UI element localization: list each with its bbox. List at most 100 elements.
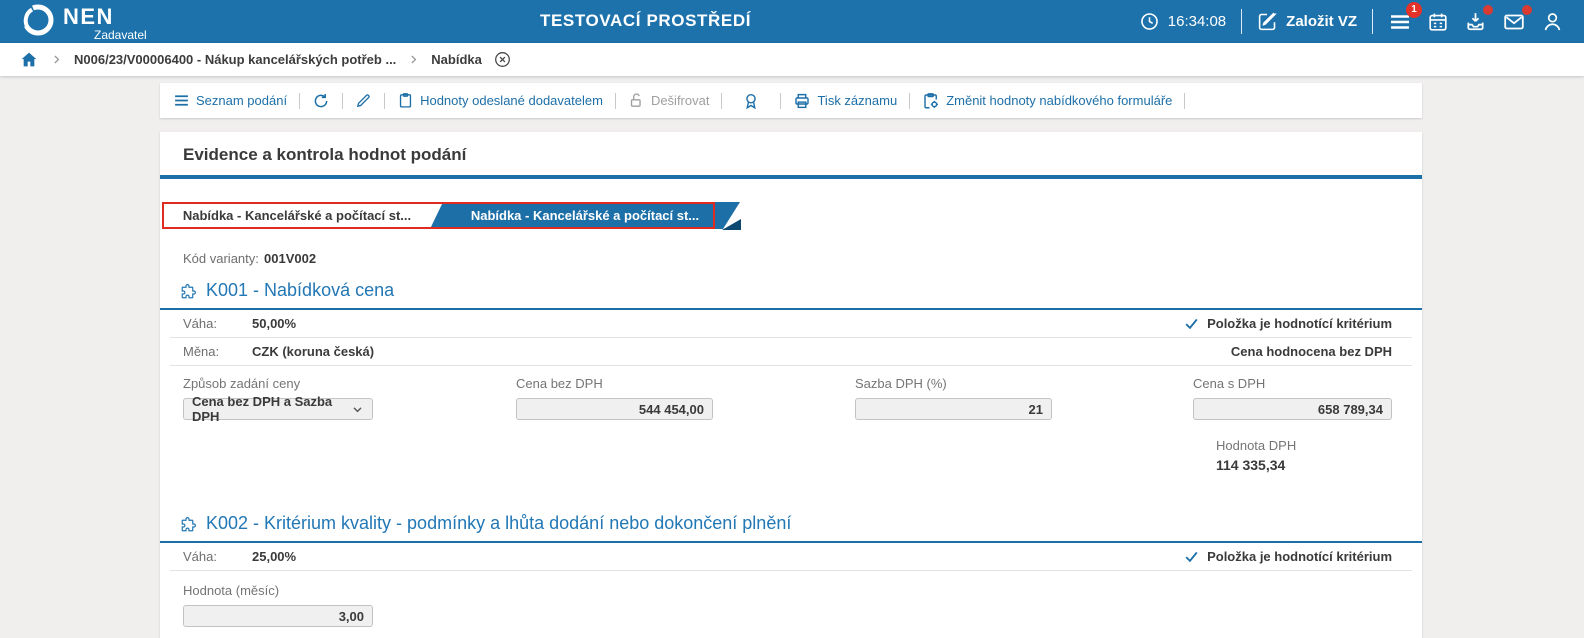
pencil-icon <box>355 92 372 109</box>
price-incl-vat-label: Cena s DPH <box>1193 376 1266 391</box>
evidence-panel: Evidence a kontrola hodnot podání Nabídk… <box>160 132 1422 638</box>
section-k001-header: K001 - Nabídková cena <box>180 280 1422 301</box>
close-circle-icon[interactable] <box>493 50 512 69</box>
k001-currency-row: Měna: CZK (koruna česká) Cena hodnocena … <box>170 338 1412 366</box>
refresh-button[interactable] <box>312 92 330 110</box>
print-record-button[interactable]: Tisk záznamu <box>793 92 897 110</box>
decrypt-label: Dešifrovat <box>650 93 710 108</box>
vat-rate-input[interactable] <box>855 398 1052 420</box>
tab-variant-1[interactable]: Nabídka - Kancelářské a počítací st... <box>164 202 430 229</box>
toolbar-divider <box>614 92 616 109</box>
check-icon <box>1184 549 1199 564</box>
toolbar-divider <box>721 92 723 109</box>
breadcrumb: N006/23/V00006400 - Nákup kancelářských … <box>0 43 1584 76</box>
top-bar: NEN Zadavatel TESTOVACÍ PROSTŘEDÍ 16:34:… <box>0 0 1584 43</box>
user-profile-button[interactable] <box>1541 10 1564 33</box>
weight-label: Váha: <box>183 549 217 564</box>
currency-label: Měna: <box>183 344 220 359</box>
weight-value: 50,00% <box>252 316 297 331</box>
create-vz-label: Založit VZ <box>1286 13 1357 30</box>
vat-rate-label: Sazba DPH (%) <box>855 376 947 391</box>
puzzle-icon <box>180 515 198 533</box>
home-icon[interactable] <box>19 50 39 70</box>
header-divider <box>1372 9 1373 34</box>
check-icon <box>1184 316 1199 331</box>
print-record-label: Tisk záznamu <box>817 93 898 108</box>
weight-value: 25,00% <box>252 549 297 564</box>
breadcrumb-contract[interactable]: N006/23/V00006400 - Nákup kancelářských … <box>74 52 396 67</box>
k002-value-field: Hodnota (měsíc) <box>183 583 1422 627</box>
edit-icon <box>1257 11 1278 32</box>
toolbar-divider <box>384 92 386 109</box>
user-icon <box>1541 10 1564 33</box>
title-underline <box>160 175 1422 179</box>
change-form-values-label: Změnit hodnoty nabídkového formuláře <box>946 93 1173 108</box>
nen-logo-icon <box>20 2 56 38</box>
breadcrumb-current[interactable]: Nabídka <box>431 52 482 67</box>
criterion-note: Položka je hodnotící kritérium <box>1207 549 1392 564</box>
nen-logo[interactable]: NEN Zadavatel <box>20 2 147 41</box>
list-icon <box>173 92 190 109</box>
record-toolbar: Seznam podání Hodnoty odeslané dodavatel… <box>160 83 1422 118</box>
award-button[interactable] <box>742 92 760 110</box>
toolbar-divider <box>342 92 344 109</box>
downloads-button[interactable] <box>1464 5 1493 33</box>
supplier-values-label: Hodnoty odeslané dodavatelem <box>420 93 603 108</box>
toolbar-divider <box>299 92 301 109</box>
price-mode-label: Způsob zadání ceny <box>183 376 301 391</box>
k002-value-input[interactable] <box>183 605 373 627</box>
printer-icon <box>793 92 811 110</box>
submissions-list-button[interactable]: Seznam podání <box>173 92 287 109</box>
price-mode-select[interactable]: Cena bez DPH a Sazba DPH <box>183 394 373 424</box>
variant-code-value: 001V002 <box>264 251 317 266</box>
unlock-icon <box>628 92 645 109</box>
k001-fields-row: Způsob zadání ceny Cena bez DPH a Sazba … <box>183 376 1399 424</box>
variant-tabstrip: Nabídka - Kancelářské a počítací st... N… <box>162 202 1422 230</box>
k002-weight-row: Váha: 25,00% Položka je hodnotící kritér… <box>170 543 1412 571</box>
vat-amount-label: Hodnota DPH <box>1216 438 1297 453</box>
tab-variant-2-active[interactable]: Nabídka - Kancelářské a počítací st... <box>430 202 740 229</box>
criterion-note: Položka je hodnotící kritérium <box>1207 316 1392 331</box>
header-divider <box>1241 9 1243 34</box>
toolbar-divider <box>1184 92 1186 109</box>
price-excl-vat-input[interactable] <box>516 398 713 420</box>
edit-record-button[interactable] <box>355 92 372 109</box>
form-settings-icon <box>922 92 940 110</box>
environment-title: TESTOVACÍ PROSTŘEDÍ <box>540 11 752 30</box>
time-text: 16:34:08 <box>1167 13 1227 30</box>
k001-weight-row: Váha: 50,00% Položka je hodnotící kritér… <box>170 310 1412 338</box>
refresh-icon <box>312 92 330 110</box>
change-form-values-button[interactable]: Změnit hodnoty nabídkového formuláře <box>922 92 1172 110</box>
toolbar-divider <box>909 92 911 109</box>
calendar-button[interactable] <box>1427 11 1449 33</box>
messages-notification-dot <box>1522 4 1532 15</box>
brand-name: NEN <box>63 4 114 29</box>
weight-label: Váha: <box>183 316 217 331</box>
chevron-right-icon <box>407 53 420 66</box>
variant-code-row: Kód varianty: 001V002 <box>183 251 1422 266</box>
messages-button[interactable] <box>1502 4 1532 34</box>
chevron-down-icon <box>351 403 364 416</box>
chevron-right-icon <box>50 53 63 66</box>
menu-button[interactable]: 1 <box>1388 1 1422 34</box>
section-k002-header: K002 - Kritérium kvality - podmínky a lh… <box>180 513 1422 534</box>
award-icon <box>742 92 760 110</box>
create-vz-button[interactable]: Založit VZ <box>1257 11 1357 32</box>
section-k001-title: K001 - Nabídková cena <box>206 280 395 300</box>
price-mode-selected: Cena bez DPH a Sazba DPH <box>192 394 333 424</box>
supplier-values-button[interactable]: Hodnoty odeslané dodavatelem <box>397 92 603 109</box>
price-incl-vat-input[interactable] <box>1193 398 1392 420</box>
toolbar-divider <box>780 92 782 109</box>
page-title: Evidence a kontrola hodnot podání <box>183 145 467 164</box>
clipboard-icon <box>397 92 414 109</box>
server-time: 16:34:08 <box>1139 11 1226 32</box>
currency-value: CZK (koruna česká) <box>252 344 375 359</box>
section-k002-title: K002 - Kritérium kvality - podmínky a lh… <box>206 513 792 533</box>
calendar-icon <box>1427 11 1449 33</box>
menu-badge: 1 <box>1406 1 1422 18</box>
vat-amount-value: 114 335,34 <box>1216 457 1286 473</box>
decrypt-button[interactable]: Dešifrovat <box>628 92 710 109</box>
puzzle-icon <box>180 282 198 300</box>
submissions-list-label: Seznam podání <box>196 93 288 108</box>
brand-subtitle: Zadavatel <box>94 28 147 42</box>
